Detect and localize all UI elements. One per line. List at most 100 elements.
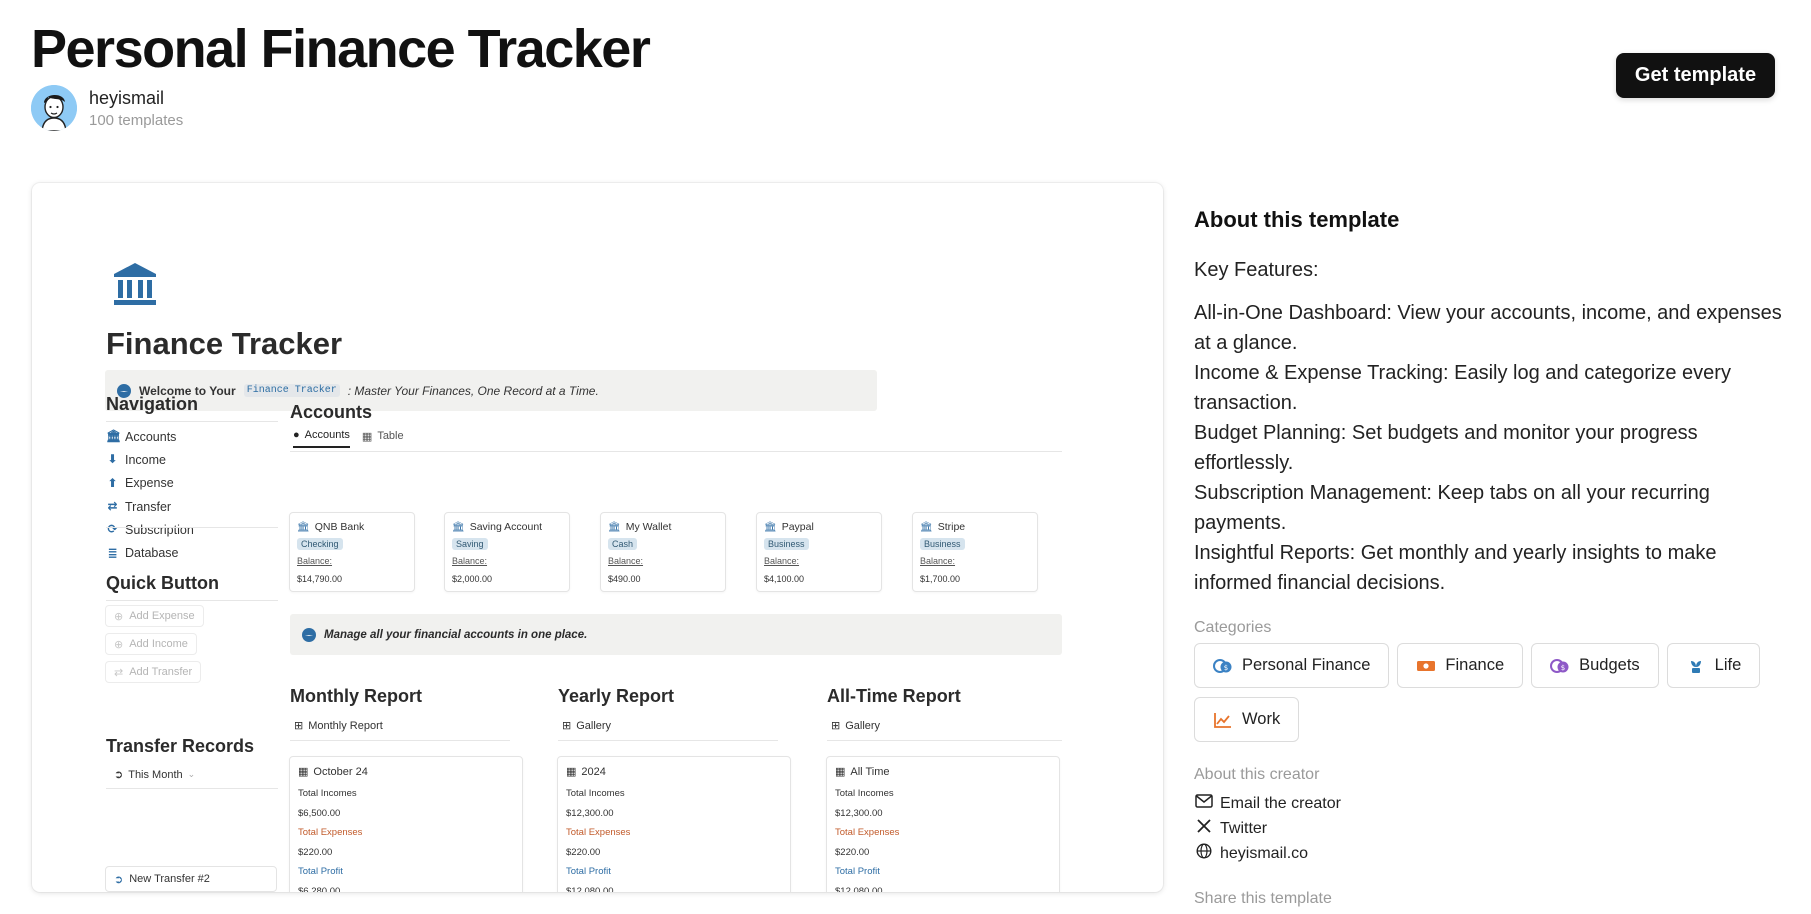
this-month-filter[interactable]: ➲ This Month ⌄ xyxy=(114,768,195,782)
category-work[interactable]: Work xyxy=(1194,697,1300,742)
balance-value: $1,700.00 xyxy=(920,574,961,584)
account-name: My Wallet xyxy=(625,521,672,533)
database-icon: ≣ xyxy=(107,545,118,560)
category-finance[interactable]: Finance xyxy=(1397,643,1524,688)
monthly-report-view[interactable]: ⊞ Monthly Report xyxy=(294,719,383,733)
chip-label: Work xyxy=(1242,710,1281,728)
account-card[interactable]: 🏛 Stripe Business Balance: $1,700.00 xyxy=(912,512,1038,592)
add-income-button[interactable]: ⊕ Add Income xyxy=(105,633,197,655)
page-title: Personal Finance Tracker xyxy=(31,19,651,79)
plus-circle-icon: ⊕ xyxy=(114,610,124,623)
incomes-label: Total Incomes xyxy=(566,788,625,799)
report-card[interactable]: ▦ October 24 Total Incomes $6,500.00 Tota… xyxy=(289,756,523,892)
divider xyxy=(106,527,278,528)
report-card[interactable]: ▦ 2024 Total Incomes $12,300.00 Total Exp… xyxy=(557,756,791,892)
navigation-heading: Navigation xyxy=(106,394,199,414)
about-description: Key Features: All-in-One Dashboard: View… xyxy=(1194,255,1784,598)
view-label: Monthly Report xyxy=(308,719,383,732)
nav-item-income[interactable]: ⬇ Income xyxy=(106,448,194,471)
all-time-report-view[interactable]: ⊞ Gallery xyxy=(831,719,880,733)
gallery-icon: ⊞ xyxy=(831,720,841,732)
divider xyxy=(290,451,1062,452)
profit-label: Total Profit xyxy=(566,866,611,877)
divider xyxy=(106,788,278,789)
plus-circle-icon: ⊕ xyxy=(114,638,124,651)
category-personal-finance[interactable]: $ Personal Finance xyxy=(1194,643,1390,688)
nav-item-database[interactable]: ≣ Database xyxy=(106,541,194,564)
chip-label: Finance xyxy=(1445,656,1505,674)
avatar[interactable] xyxy=(31,85,77,131)
about-creator-heading: About this creator xyxy=(1194,766,1320,783)
nav-label: Accounts xyxy=(125,429,177,444)
transfer-records-heading: Transfer Records xyxy=(106,736,255,756)
quick-button-heading: Quick Button xyxy=(106,573,219,593)
tab-label: Accounts xyxy=(304,429,350,441)
feature-item: Budget Planning: Set budgets and monitor… xyxy=(1194,422,1698,474)
nav-label: Income xyxy=(125,452,166,467)
report-card[interactable]: ▦ All Time Total Incomes $12,300.00 Total… xyxy=(826,756,1060,892)
profit-label: Total Profit xyxy=(835,866,880,877)
report-period: October 24 xyxy=(313,765,368,778)
divider xyxy=(106,421,278,422)
callout-text: Manage all your financial accounts in on… xyxy=(324,628,588,641)
author-name[interactable]: heyismail xyxy=(89,88,183,109)
nav-item-subscription[interactable]: ⟳ Subscription xyxy=(106,518,194,541)
tab-accounts[interactable]: ● Accounts xyxy=(293,429,350,448)
incomes-value: $12,300.00 xyxy=(566,807,614,819)
transfer-record-item[interactable]: ➲ New Transfer #2 xyxy=(105,866,277,892)
profit-value: $6,280.00 xyxy=(298,885,341,893)
bank-icon: 🏛 xyxy=(297,521,310,533)
account-card[interactable]: 🏛 QNB Bank Checking Balance: $14,790.00 xyxy=(289,512,415,592)
chart-up-icon xyxy=(1213,712,1233,728)
account-card[interactable]: 🏛 My Wallet Cash Balance: $490.00 xyxy=(600,512,726,592)
divider xyxy=(290,740,510,741)
filter-label: This Month xyxy=(128,768,183,781)
nav-item-expense[interactable]: ⬆ Expense xyxy=(106,472,194,495)
chip-label: Personal Finance xyxy=(1242,656,1371,674)
incomes-label: Total Incomes xyxy=(835,788,894,799)
account-card[interactable]: 🏛 Saving Account Saving Balance: $2,000.0… xyxy=(444,512,570,592)
balance-label: Balance: xyxy=(920,556,956,566)
author-block[interactable]: heyismail 100 templates xyxy=(31,85,183,131)
nav-label: Subscription xyxy=(125,522,194,537)
yearly-report-view[interactable]: ⊞ Gallery xyxy=(562,719,611,733)
bank-icon: 🏛 xyxy=(764,521,777,533)
category-budgets[interactable]: $ Budgets xyxy=(1531,643,1659,688)
website-link[interactable]: heyismail.co xyxy=(1194,841,1341,866)
report-period: 2024 xyxy=(581,765,606,778)
add-expense-button[interactable]: ⊕ Add Expense xyxy=(105,605,204,627)
bank-icon: 🏛 xyxy=(452,521,465,533)
account-type-tag: Checking xyxy=(297,538,343,550)
accounts-callout: Manage all your financial accounts in on… xyxy=(290,614,1062,655)
divider xyxy=(827,740,1062,741)
tab-label: Table xyxy=(377,430,404,442)
feature-item: Subscription Management: Keep tabs on al… xyxy=(1194,482,1710,534)
expenses-label: Total Expenses xyxy=(298,827,363,838)
add-transfer-button[interactable]: ⇄ Add Transfer xyxy=(105,661,202,683)
link-label: heyismail.co xyxy=(1220,844,1309,862)
account-card[interactable]: 🏛 Paypal Business Balance: $4,100.00 xyxy=(756,512,882,592)
email-creator-link[interactable]: Email the creator xyxy=(1194,791,1341,816)
arrow-circle-icon: ➲ xyxy=(114,769,124,781)
expenses-value: $220.00 xyxy=(835,846,870,858)
balance-label: Balance: xyxy=(608,556,644,566)
report-period: All Time xyxy=(850,765,890,778)
get-template-button[interactable]: Get template xyxy=(1616,53,1775,98)
monthly-report-heading: Monthly Report xyxy=(290,686,422,706)
button-label: Add Expense xyxy=(129,610,195,622)
nav-label: Transfer xyxy=(125,499,172,514)
nav-item-accounts[interactable]: 🏛 Accounts xyxy=(106,425,194,448)
nav-item-transfer[interactable]: ⇄ Transfer xyxy=(106,495,194,518)
calendar-icon: ▦ xyxy=(298,766,309,778)
category-life[interactable]: Life xyxy=(1666,643,1761,688)
calendar-icon: ▦ xyxy=(835,766,846,778)
author-template-count: 100 templates xyxy=(89,111,184,129)
incomes-label: Total Incomes xyxy=(298,788,357,799)
link-label: Email the creator xyxy=(1220,794,1341,812)
banknote-icon xyxy=(1416,658,1436,674)
bank-icon xyxy=(112,261,158,312)
tab-table[interactable]: ▦ Table xyxy=(362,430,404,448)
twitter-link[interactable]: Twitter xyxy=(1194,816,1341,841)
transfer-icon: ⇄ xyxy=(107,499,118,514)
x-logo-icon xyxy=(1194,818,1214,839)
